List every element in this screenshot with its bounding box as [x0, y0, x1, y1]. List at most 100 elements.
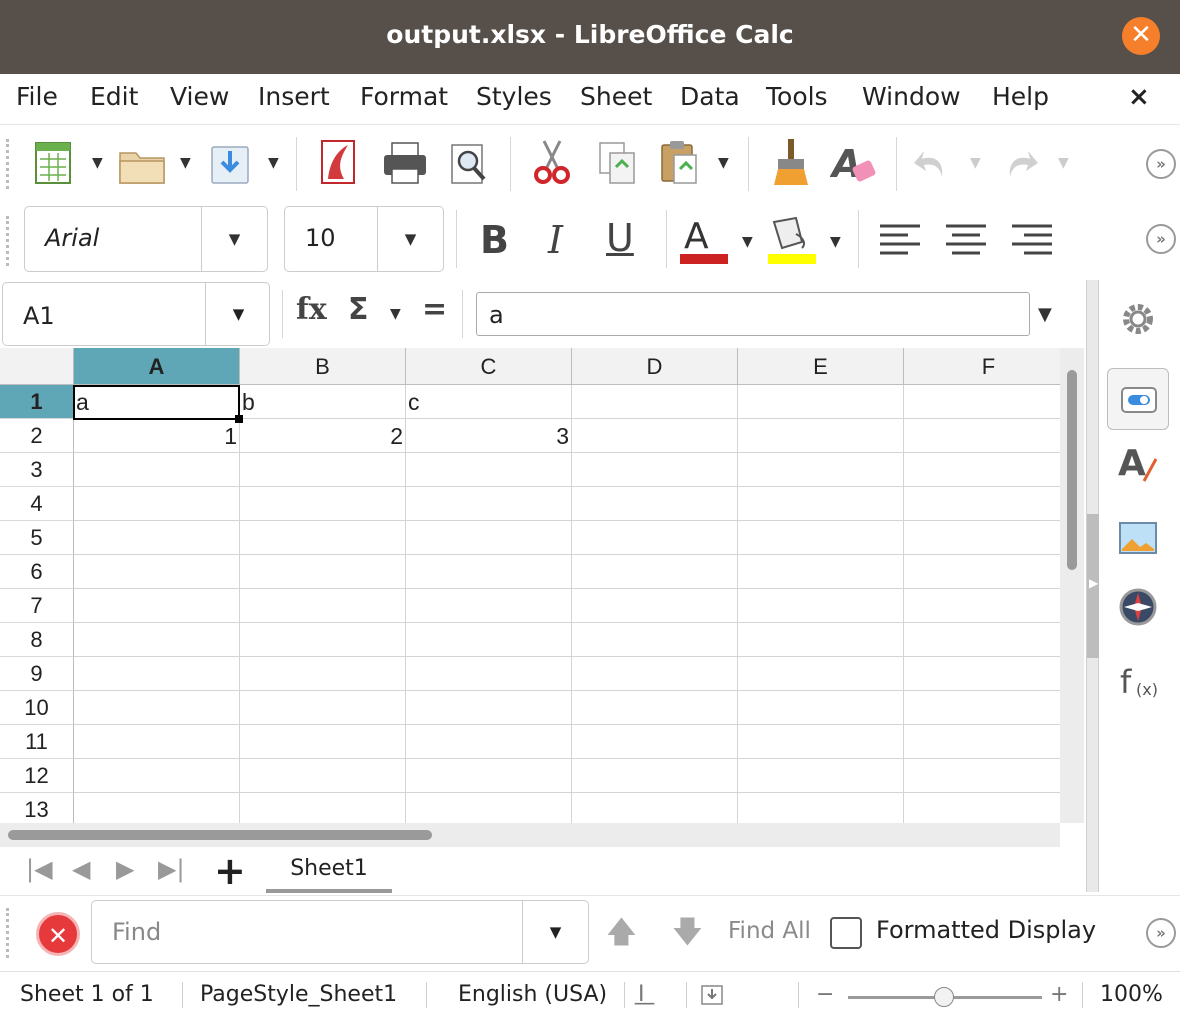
- row-header-8[interactable]: 8: [0, 623, 74, 657]
- cell-e5[interactable]: [738, 521, 904, 555]
- cell-f12[interactable]: [904, 759, 1060, 793]
- cell-d6[interactable]: [572, 555, 738, 589]
- cell-e10[interactable]: [738, 691, 904, 725]
- cell-c2[interactable]: 3: [406, 419, 572, 453]
- menu-styles[interactable]: Styles: [472, 82, 556, 111]
- cell-a13[interactable]: [74, 793, 240, 823]
- sheet-tab[interactable]: Sheet1: [266, 847, 392, 893]
- zoom-in-button[interactable]: +: [1050, 982, 1068, 1007]
- menu-data[interactable]: Data: [676, 82, 744, 111]
- sidebar-styles-button[interactable]: A: [1107, 430, 1169, 492]
- cell-c5[interactable]: [406, 521, 572, 555]
- cell-e9[interactable]: [738, 657, 904, 691]
- previous-sheet-icon[interactable]: ◀: [72, 855, 90, 883]
- font-name-dropdown[interactable]: ▼: [201, 207, 267, 271]
- row-header-7[interactable]: 7: [0, 589, 74, 623]
- find-combo[interactable]: ▼: [91, 900, 589, 964]
- align-center-icon[interactable]: [944, 222, 988, 258]
- open-folder-icon[interactable]: [118, 145, 166, 185]
- last-sheet-icon[interactable]: ▶|: [158, 855, 185, 883]
- cell-d5[interactable]: [572, 521, 738, 555]
- row-header-2[interactable]: 2: [0, 419, 74, 453]
- cell-d8[interactable]: [572, 623, 738, 657]
- menu-tools[interactable]: Tools: [762, 82, 832, 111]
- cell-f9[interactable]: [904, 657, 1060, 691]
- column-header-d[interactable]: D: [572, 348, 738, 385]
- font-size-combo[interactable]: 10 ▼: [284, 206, 444, 272]
- font-size-value[interactable]: 10: [305, 224, 336, 252]
- expand-formula-bar-icon[interactable]: ▼: [1038, 304, 1052, 325]
- cell-c10[interactable]: [406, 691, 572, 725]
- cell-c7[interactable]: [406, 589, 572, 623]
- add-sheet-icon[interactable]: +: [214, 849, 246, 893]
- save-icon[interactable]: [210, 143, 250, 185]
- row-header-12[interactable]: 12: [0, 759, 74, 793]
- font-color-dropdown-arrow[interactable]: ▼: [742, 234, 753, 250]
- save-dropdown-arrow[interactable]: ▼: [268, 155, 279, 171]
- cell-f4[interactable]: [904, 487, 1060, 521]
- sidebar-toggle[interactable]: ▶: [1087, 280, 1099, 892]
- menu-window[interactable]: Window: [858, 82, 965, 111]
- cell-a7[interactable]: [74, 589, 240, 623]
- column-header-c[interactable]: C: [406, 348, 572, 385]
- cell-d13[interactable]: [572, 793, 738, 823]
- name-box-dropdown[interactable]: ▼: [205, 283, 271, 345]
- cell-a8[interactable]: [74, 623, 240, 657]
- cell-e7[interactable]: [738, 589, 904, 623]
- cell-a11[interactable]: [74, 725, 240, 759]
- highlight-color-icon[interactable]: [766, 214, 818, 266]
- menu-insert[interactable]: Insert: [254, 82, 334, 111]
- sidebar-properties-button[interactable]: [1107, 368, 1169, 430]
- zoom-slider-knob[interactable]: [934, 987, 954, 1007]
- more-options-icon[interactable]: »: [1146, 224, 1176, 254]
- paste-dropdown-arrow[interactable]: ▼: [718, 155, 729, 171]
- cell-c3[interactable]: [406, 453, 572, 487]
- cell-a5[interactable]: [74, 521, 240, 555]
- sidebar-settings-button[interactable]: [1107, 288, 1169, 350]
- cell-b13[interactable]: [240, 793, 406, 823]
- cell-f5[interactable]: [904, 521, 1060, 555]
- align-right-icon[interactable]: [1010, 222, 1054, 258]
- underline-icon[interactable]: U: [606, 216, 634, 260]
- cell-a10[interactable]: [74, 691, 240, 725]
- name-box[interactable]: A1 ▼: [2, 282, 270, 346]
- vertical-scroll-thumb[interactable]: [1067, 370, 1077, 570]
- cell-f2[interactable]: [904, 419, 1060, 453]
- cell-a1[interactable]: a: [74, 385, 240, 419]
- cell-b10[interactable]: [240, 691, 406, 725]
- undo-dropdown-arrow[interactable]: ▼: [970, 155, 981, 171]
- cell-e2[interactable]: [738, 419, 904, 453]
- sum-icon[interactable]: Σ: [348, 292, 369, 327]
- new-spreadsheet-icon[interactable]: [34, 141, 74, 185]
- open-dropdown-arrow[interactable]: ▼: [180, 155, 191, 171]
- cell-e4[interactable]: [738, 487, 904, 521]
- cell-f13[interactable]: [904, 793, 1060, 823]
- cell-f7[interactable]: [904, 589, 1060, 623]
- horizontal-scroll-thumb[interactable]: [8, 830, 432, 840]
- next-sheet-icon[interactable]: ▶: [116, 855, 134, 883]
- cell-c9[interactable]: [406, 657, 572, 691]
- cell-b4[interactable]: [240, 487, 406, 521]
- formula-input-value[interactable]: a: [489, 301, 504, 329]
- menu-file[interactable]: File: [12, 82, 62, 111]
- toolbar-grip[interactable]: [6, 216, 12, 266]
- cell-e8[interactable]: [738, 623, 904, 657]
- sidebar-collapse-handle[interactable]: ▶: [1087, 514, 1099, 658]
- cell-e12[interactable]: [738, 759, 904, 793]
- cell-f10[interactable]: [904, 691, 1060, 725]
- cell-b5[interactable]: [240, 521, 406, 555]
- sidebar-functions-button[interactable]: f (x): [1107, 650, 1169, 712]
- sidebar-navigator-button[interactable]: [1107, 576, 1169, 638]
- cell-b1[interactable]: b: [240, 385, 406, 419]
- name-box-value[interactable]: A1: [23, 302, 55, 330]
- cell-f6[interactable]: [904, 555, 1060, 589]
- close-find-bar-button[interactable]: ✕: [36, 912, 80, 956]
- toolbar-grip[interactable]: [6, 139, 12, 189]
- find-previous-icon[interactable]: 🡅: [606, 910, 637, 961]
- cell-d11[interactable]: [572, 725, 738, 759]
- row-header-11[interactable]: 11: [0, 725, 74, 759]
- column-header-a[interactable]: A: [74, 348, 240, 385]
- zoom-level[interactable]: 100%: [1100, 982, 1163, 1007]
- undo-icon[interactable]: [912, 143, 952, 183]
- paste-icon[interactable]: [660, 139, 700, 185]
